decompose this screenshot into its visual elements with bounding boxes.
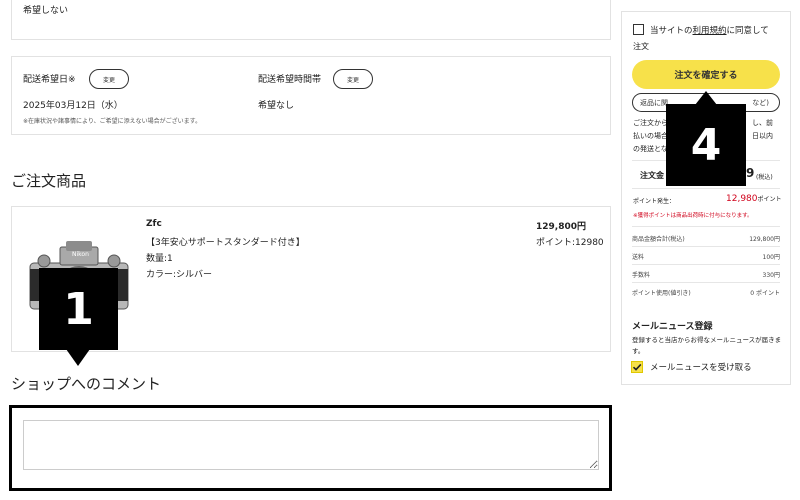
product-name: Zfc [146, 219, 162, 229]
gift-wrapping-box: 希望しない [11, 0, 611, 40]
terms-link[interactable]: 利用規約 [693, 26, 727, 36]
sidebar-divider-3 [632, 226, 780, 227]
sidebar-divider-5 [632, 264, 780, 265]
change-time-button[interactable]: 変更 [333, 69, 373, 89]
notice-line-2: 払いの場合 [633, 132, 668, 140]
checkmark-icon [632, 363, 642, 371]
summary-row-value: 0 ポイント [750, 290, 780, 297]
notice-line-1-right: し、前 [752, 119, 773, 127]
mail-news-checkbox-label: メールニュースを受け取る [650, 363, 752, 373]
points-earned-value: 12,980ポイント [726, 194, 782, 204]
product-points: ポイント:12980 [536, 238, 604, 248]
terms-prefix: 当サイトの [650, 26, 693, 36]
product-quantity: 数量:1 [146, 254, 173, 264]
summary-row-subtotal: 商品金額合計(税込) 129,800円 [632, 234, 780, 243]
notice-line-1: ご注文から [633, 119, 668, 127]
points-earned: ポイント発生： [633, 196, 675, 205]
shop-comment-textarea[interactable] [23, 420, 599, 470]
order-items-title: ご注文商品 [11, 172, 87, 190]
order-total-label: 注文金 [640, 171, 664, 180]
summary-row-shipping: 送料 100円 [632, 252, 780, 261]
annotation-marker-4-pointer [695, 91, 717, 105]
camera-brand-label: Nikon [72, 251, 89, 258]
summary-row-value: 330円 [762, 272, 780, 279]
notice-line-2-right: 日以内 [752, 132, 773, 140]
summary-row-label: 送料 [632, 254, 645, 261]
terms-text: 当サイトの利用規約に同意して [650, 24, 769, 36]
mail-news-title: メールニュース登録 [632, 322, 713, 332]
order-total-value-partial: 9 [746, 166, 755, 180]
summary-row-label: 手数料 [632, 272, 651, 279]
annotation-marker-1-pointer [66, 349, 90, 366]
terms-line2: 注文 [633, 42, 649, 51]
summary-row-points-used: ポイント使用(値引き) 0 ポイント [632, 288, 780, 297]
mail-news-checkbox[interactable] [631, 361, 643, 373]
delivery-time-value: 希望なし [258, 101, 295, 111]
delivery-date-label: 配送希望日※ [23, 75, 76, 85]
gift-wrapping-value: 希望しない [23, 6, 69, 16]
points-note: ※獲得ポイントは商品出荷時に付与になります。 [633, 213, 753, 219]
summary-row-label: 商品金額合計(税込) [632, 236, 685, 243]
delivery-settings-box: 配送希望日※ 変更 2025年03月12日（水） ※在庫状況や諸事情により、ご希… [11, 56, 611, 135]
summary-row-value: 129,800円 [749, 236, 780, 243]
order-total-tax: (税込) [756, 174, 773, 181]
notice-line-3: の発送とな [633, 145, 668, 153]
product-plan: 【3年安心サポートスタンダード付き】 [146, 238, 305, 248]
annotation-marker-4: 4 [666, 104, 746, 186]
points-value: 12,980 [726, 194, 758, 204]
summary-row-fee: 手数料 330円 [632, 270, 780, 279]
sidebar-divider-4 [632, 246, 780, 247]
points-unit: ポイント [757, 196, 782, 203]
summary-row-value: 100円 [762, 254, 780, 261]
return-button-right: など) [752, 98, 769, 107]
delivery-time-label: 配送希望時間帯 [258, 75, 322, 85]
confirm-order-button[interactable]: 注文を確定する [632, 60, 780, 89]
delivery-date-value: 2025年03月12日（水） [23, 101, 123, 111]
annotation-marker-1: 1 [39, 268, 118, 350]
product-price: 129,800円 [536, 222, 586, 232]
sidebar-divider-6 [632, 282, 780, 283]
product-color: カラー:シルバー [146, 270, 213, 280]
mail-news-description: 登録すると当店からお得なメールニュースが届きます。 [632, 336, 782, 355]
terms-suffix: に同意して [726, 26, 769, 36]
terms-checkbox[interactable] [633, 24, 644, 35]
points-label: ポイント発生： [633, 198, 676, 205]
delivery-note: ※在庫状況や諸事情により、ご希望に添えない場合がございます。 [23, 118, 202, 125]
comment-title: ショップへのコメント [11, 375, 162, 393]
sidebar-divider-2 [632, 188, 780, 189]
return-button-left: 返品に関 [640, 98, 668, 107]
summary-row-label: ポイント使用(値引き) [632, 290, 691, 297]
change-date-button[interactable]: 変更 [89, 69, 129, 89]
